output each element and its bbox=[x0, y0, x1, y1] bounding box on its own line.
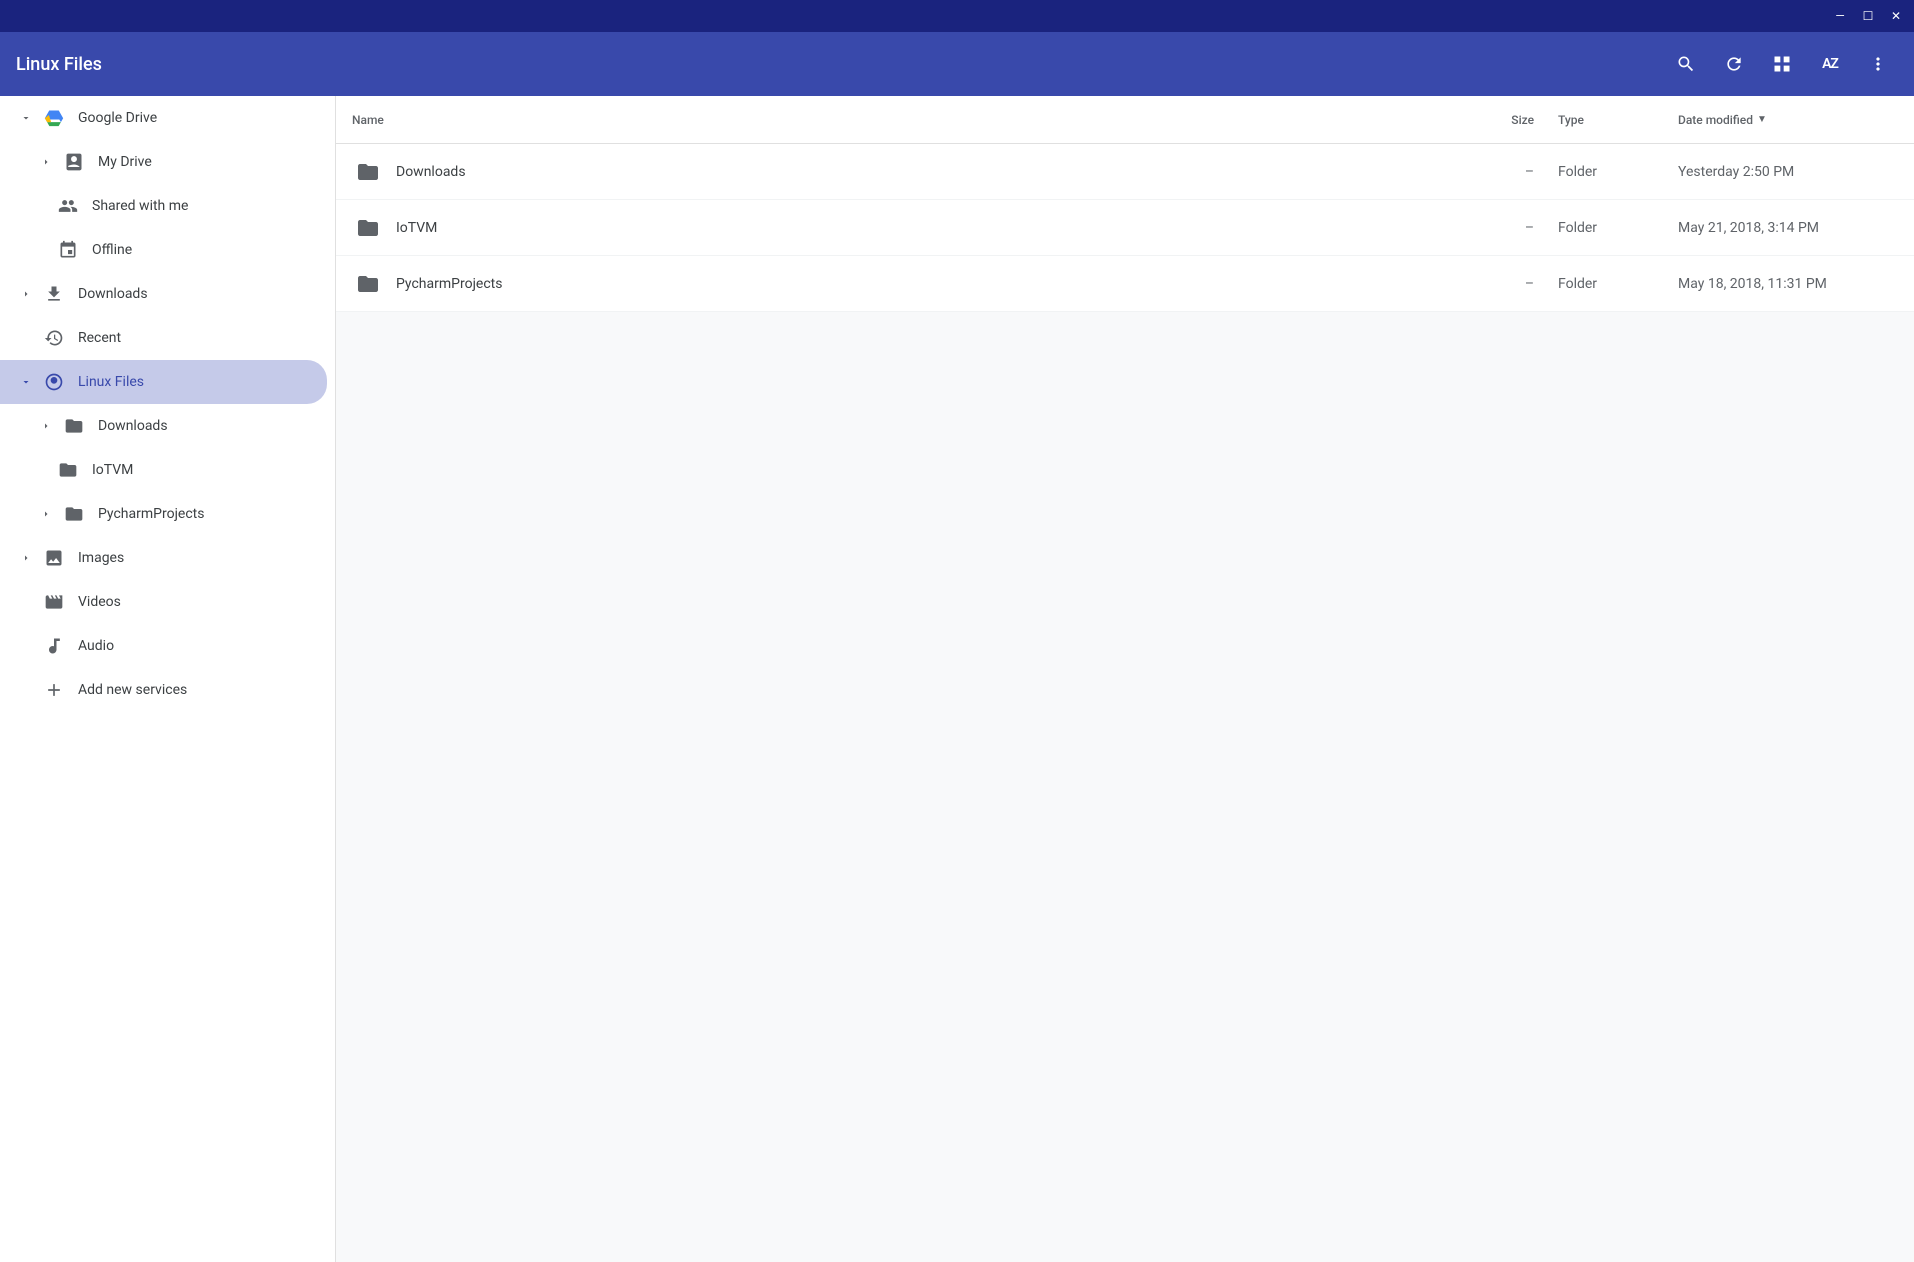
recent-icon bbox=[42, 326, 66, 350]
offline-icon bbox=[56, 238, 80, 262]
file-name-2: IoTVM bbox=[396, 220, 1478, 236]
sidebar-label-downloads: Downloads bbox=[78, 286, 311, 302]
empty-content-area bbox=[336, 312, 1914, 1262]
folder-row-icon-2 bbox=[352, 212, 384, 244]
chevron-right-icon-4 bbox=[36, 508, 56, 520]
chevron-down-icon-2 bbox=[16, 376, 36, 388]
file-size-1: – bbox=[1478, 164, 1558, 180]
sidebar-label-audio: Audio bbox=[78, 638, 311, 654]
sidebar-label-add-services: Add new services bbox=[78, 682, 311, 698]
search-button[interactable] bbox=[1666, 44, 1706, 84]
videos-icon bbox=[42, 590, 66, 614]
file-date-2: May 21, 2018, 3:14 PM bbox=[1678, 220, 1898, 236]
file-date-3: May 18, 2018, 11:31 PM bbox=[1678, 276, 1898, 292]
sidebar-item-linux-files[interactable]: Linux Files bbox=[0, 360, 327, 404]
app-title: Linux Files bbox=[16, 54, 1666, 75]
sidebar-label-images: Images bbox=[78, 550, 311, 566]
more-menu-button[interactable] bbox=[1858, 44, 1898, 84]
main-layout: Google Drive My Drive Shared with me Off… bbox=[0, 96, 1914, 1262]
linux-icon bbox=[42, 370, 66, 394]
sidebar-label-linux-downloads: Downloads bbox=[98, 418, 311, 434]
sidebar-item-downloads[interactable]: Downloads bbox=[0, 272, 327, 316]
sidebar-item-google-drive[interactable]: Google Drive bbox=[0, 96, 327, 140]
column-header-date[interactable]: Date modified ▼ bbox=[1678, 113, 1898, 127]
folder-icon-2 bbox=[56, 458, 80, 482]
header-actions: AZ bbox=[1666, 44, 1898, 84]
sidebar: Google Drive My Drive Shared with me Off… bbox=[0, 96, 336, 1262]
column-header-type[interactable]: Type bbox=[1558, 113, 1678, 127]
shared-icon bbox=[56, 194, 80, 218]
sidebar-item-audio[interactable]: Audio bbox=[0, 624, 327, 668]
images-icon bbox=[42, 546, 66, 570]
audio-icon bbox=[42, 634, 66, 658]
column-header-size[interactable]: Size bbox=[1478, 113, 1558, 127]
sidebar-item-my-drive[interactable]: My Drive bbox=[0, 140, 327, 184]
file-type-3: Folder bbox=[1558, 276, 1678, 292]
chevron-right-icon-3 bbox=[36, 420, 56, 432]
sidebar-label-linux-pycharm: PycharmProjects bbox=[98, 506, 311, 522]
folder-row-icon-1 bbox=[352, 156, 384, 188]
sidebar-item-images[interactable]: Images bbox=[0, 536, 327, 580]
file-name-1: Downloads bbox=[396, 164, 1478, 180]
file-date-1: Yesterday 2:50 PM bbox=[1678, 164, 1898, 180]
sidebar-item-recent[interactable]: Recent bbox=[0, 316, 327, 360]
app-header: Linux Files AZ bbox=[0, 32, 1914, 96]
sidebar-label-offline: Offline bbox=[92, 242, 311, 258]
sidebar-item-linux-pycharm[interactable]: PycharmProjects bbox=[0, 492, 327, 536]
file-type-1: Folder bbox=[1558, 164, 1678, 180]
sidebar-label-my-drive: My Drive bbox=[98, 154, 311, 170]
sidebar-label-shared: Shared with me bbox=[92, 198, 311, 214]
sort-button[interactable]: AZ bbox=[1810, 44, 1850, 84]
file-name-3: PycharmProjects bbox=[396, 276, 1478, 292]
sidebar-item-add-services[interactable]: Add new services bbox=[0, 668, 327, 712]
chevron-right-icon-5 bbox=[16, 552, 36, 564]
table-header: Name Size Type Date modified ▼ bbox=[336, 96, 1914, 144]
column-header-name[interactable]: Name bbox=[352, 113, 1478, 127]
minimize-button[interactable]: — bbox=[1830, 6, 1850, 26]
sidebar-item-shared-with-me[interactable]: Shared with me bbox=[0, 184, 327, 228]
sidebar-label-recent: Recent bbox=[78, 330, 311, 346]
refresh-button[interactable] bbox=[1714, 44, 1754, 84]
my-drive-icon bbox=[62, 150, 86, 174]
folder-icon-3 bbox=[62, 502, 86, 526]
maximize-button[interactable]: ☐ bbox=[1858, 6, 1878, 26]
grid-view-button[interactable] bbox=[1762, 44, 1802, 84]
chevron-right-icon-2 bbox=[16, 288, 36, 300]
table-row[interactable]: Downloads – Folder Yesterday 2:50 PM bbox=[336, 144, 1914, 200]
table-row[interactable]: PycharmProjects – Folder May 18, 2018, 1… bbox=[336, 256, 1914, 312]
close-button[interactable]: ✕ bbox=[1886, 6, 1906, 26]
file-content-area: Name Size Type Date modified ▼ Downloads… bbox=[336, 96, 1914, 1262]
sort-arrow-icon: ▼ bbox=[1757, 114, 1767, 125]
sidebar-item-linux-downloads[interactable]: Downloads bbox=[0, 404, 327, 448]
titlebar: — ☐ ✕ bbox=[0, 0, 1914, 32]
sidebar-label-linux-files: Linux Files bbox=[78, 374, 311, 390]
sidebar-label-videos: Videos bbox=[78, 594, 311, 610]
sidebar-item-linux-iotvm[interactable]: IoTVM bbox=[0, 448, 327, 492]
sidebar-item-offline[interactable]: Offline bbox=[0, 228, 327, 272]
file-type-2: Folder bbox=[1558, 220, 1678, 236]
download-icon bbox=[42, 282, 66, 306]
chevron-right-icon bbox=[36, 156, 56, 168]
file-size-3: – bbox=[1478, 276, 1558, 292]
add-icon bbox=[42, 678, 66, 702]
table-row[interactable]: IoTVM – Folder May 21, 2018, 3:14 PM bbox=[336, 200, 1914, 256]
sidebar-item-videos[interactable]: Videos bbox=[0, 580, 327, 624]
folder-row-icon-3 bbox=[352, 268, 384, 300]
chevron-down-icon bbox=[16, 112, 36, 124]
sidebar-label-linux-iotvm: IoTVM bbox=[92, 462, 311, 478]
file-size-2: – bbox=[1478, 220, 1558, 236]
folder-icon-1 bbox=[62, 414, 86, 438]
google-drive-icon bbox=[42, 106, 66, 130]
sidebar-label-google-drive: Google Drive bbox=[78, 110, 311, 126]
